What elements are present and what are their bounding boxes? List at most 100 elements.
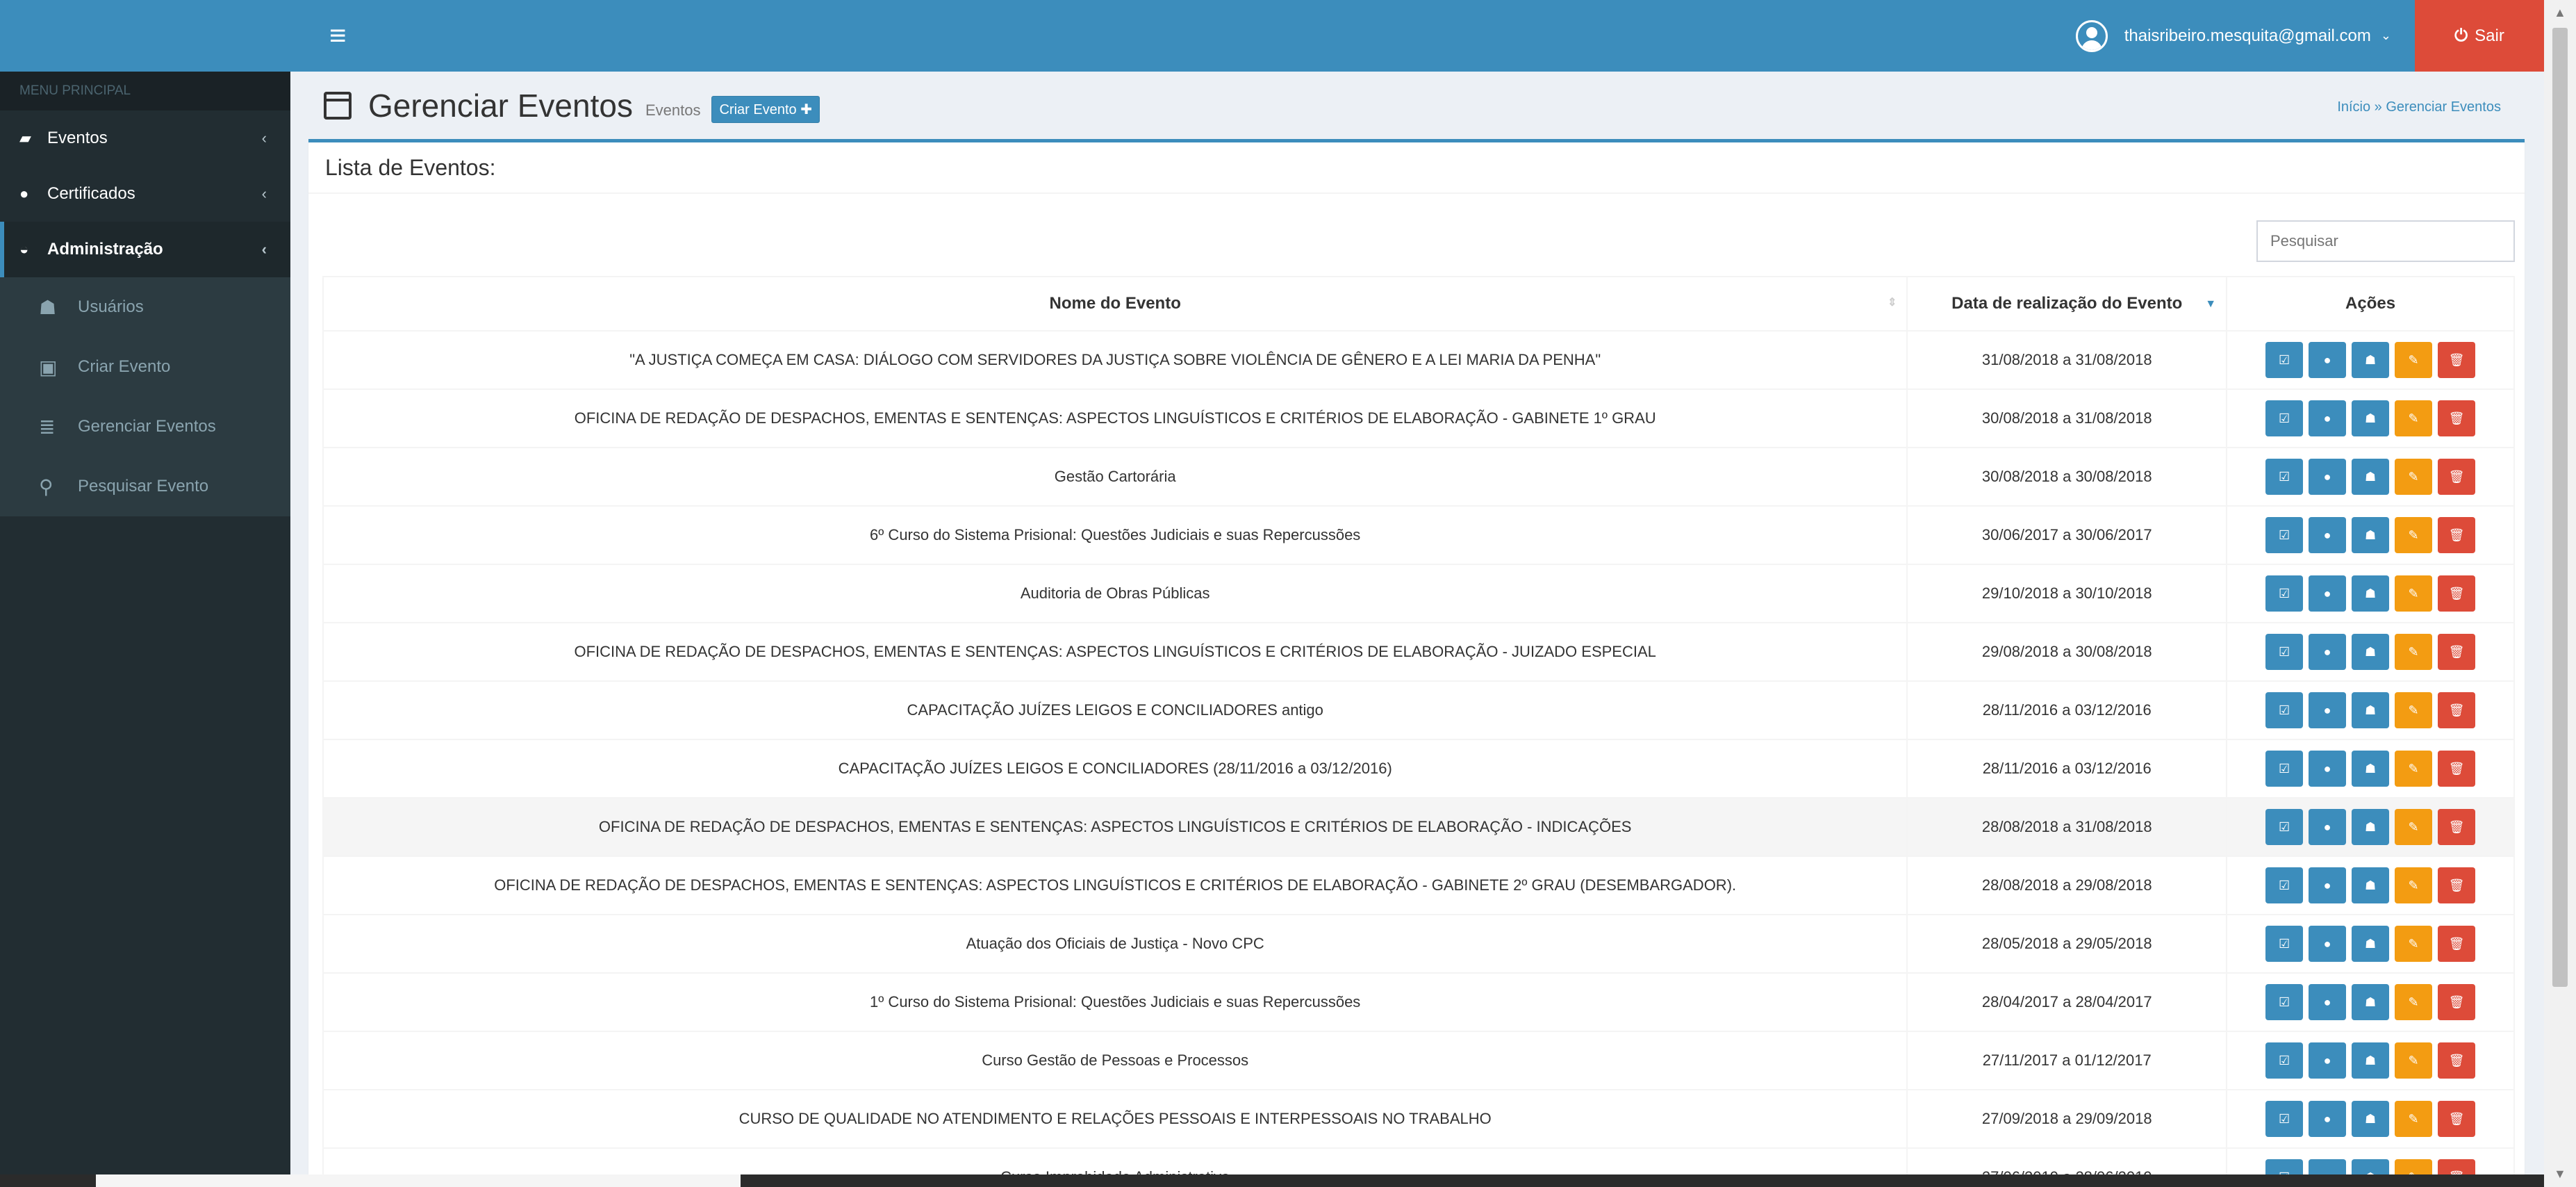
circle-button[interactable]: ● [2309,1101,2347,1137]
sidebar-item-certificados[interactable]: ● Certificados ‹ [0,166,290,222]
circle-button[interactable]: ● [2309,984,2347,1020]
check-square-button[interactable]: ☑ [2265,575,2304,612]
users-icon: ☗ [2364,819,2377,834]
users-button[interactable]: ☗ [2352,1101,2390,1137]
circle-button[interactable]: ● [2309,867,2347,903]
pencil-button[interactable]: ✎ [2395,926,2433,962]
circle-button[interactable]: ● [2309,342,2347,378]
check-square-button[interactable]: ☑ [2265,809,2304,845]
check-square-button[interactable]: ☑ [2265,867,2304,903]
user-menu[interactable]: thaisribeiro.mesquita@gmail.com ⌄ [2075,0,2391,72]
check-square-button[interactable]: ☑ [2265,751,2304,787]
users-button[interactable]: ☗ [2352,809,2390,845]
box-title: Lista de Eventos: [325,155,496,180]
pencil-button[interactable]: ✎ [2395,342,2433,378]
column-header-name[interactable]: Nome do Evento ⇕ [322,276,1908,331]
trash-button[interactable]: 🗑 [2438,342,2476,378]
users-button[interactable]: ☗ [2352,634,2390,670]
check-square-button[interactable]: ☑ [2265,517,2304,553]
trash-button[interactable]: 🗑 [2438,692,2476,728]
pencil-button[interactable]: ✎ [2395,459,2433,495]
trash-button[interactable]: 🗑 [2438,1101,2476,1137]
scroll-up-icon[interactable]: ▲ [2554,6,2566,20]
circle-button[interactable]: ● [2309,459,2347,495]
sidebar-item-gerenciar-eventos[interactable]: ≣ Gerenciar Eventos [0,397,290,457]
pencil-button[interactable]: ✎ [2395,575,2433,612]
check-square-button[interactable]: ☑ [2265,400,2304,436]
circle-button[interactable]: ● [2309,926,2347,962]
circle-button[interactable]: ● [2309,1042,2347,1079]
circle-button[interactable]: ● [2309,809,2347,845]
sidebar-item-administracao[interactable]: ◒ Administração ‹ [0,222,290,277]
circle-button[interactable]: ● [2309,575,2347,612]
event-name-cell: CAPACITAÇÃO JUÍZES LEIGOS E CONCILIADORE… [322,739,1908,799]
check-square-button[interactable]: ☑ [2265,1101,2304,1137]
circle-icon: ● [2323,527,2331,542]
users-button[interactable]: ☗ [2352,1042,2390,1079]
users-button[interactable]: ☗ [2352,926,2390,962]
circle-button[interactable]: ● [2309,634,2347,670]
trash-button[interactable]: 🗑 [2438,1042,2476,1079]
trash-button[interactable]: 🗑 [2438,575,2476,612]
search-input[interactable] [2256,220,2515,262]
scroll-down-icon[interactable]: ▼ [2554,1167,2566,1181]
users-icon: ☗ [2364,644,2377,659]
pencil-button[interactable]: ✎ [2395,517,2433,553]
sidebar-item-pesquisar-evento[interactable]: ⚲ Pesquisar Evento [0,457,290,516]
pencil-button[interactable]: ✎ [2395,1042,2433,1079]
circle-button[interactable]: ● [2309,751,2347,787]
check-square-button[interactable]: ☑ [2265,984,2304,1020]
check-square-button[interactable]: ☑ [2265,926,2304,962]
users-button[interactable]: ☗ [2352,517,2390,553]
pencil-button[interactable]: ✎ [2395,400,2433,436]
event-name-cell: OFICINA DE REDAÇÃO DE DESPACHOS, EMENTAS… [322,797,1908,857]
trash-button[interactable]: 🗑 [2438,751,2476,787]
trash-button[interactable]: 🗑 [2438,634,2476,670]
trash-button[interactable]: 🗑 [2438,400,2476,436]
trash-button[interactable]: 🗑 [2438,517,2476,553]
sidebar-item-usuarios[interactable]: ☗ Usuários [0,277,290,337]
hamburger-icon[interactable]: ≡ [329,18,357,53]
users-button[interactable]: ☗ [2352,459,2390,495]
users-button[interactable]: ☗ [2352,400,2390,436]
pencil-button[interactable]: ✎ [2395,634,2433,670]
pencil-button[interactable]: ✎ [2395,692,2433,728]
scrollbar-thumb[interactable] [2552,28,2568,987]
breadcrumb[interactable]: Início » Gerenciar Eventos [2337,99,2501,115]
users-button[interactable]: ☗ [2352,342,2390,378]
trash-button[interactable]: 🗑 [2438,926,2476,962]
trash-button[interactable]: 🗑 [2438,867,2476,903]
trash-button[interactable]: 🗑 [2438,459,2476,495]
circle-button[interactable]: ● [2309,400,2347,436]
sidebar-item-criar-evento[interactable]: ▣ Criar Evento [0,337,290,397]
logo-area[interactable] [0,0,290,72]
trash-button[interactable]: 🗑 [2438,809,2476,845]
pencil-button[interactable]: ✎ [2395,1101,2433,1137]
check-square-button[interactable]: ☑ [2265,634,2304,670]
sidebar-item-eventos[interactable]: ▰ Eventos ‹ [0,110,290,166]
column-header-actions: Ações [2226,276,2515,331]
submenu-item-label: Usuários [78,297,144,316]
users-button[interactable]: ☗ [2352,867,2390,903]
trash-button[interactable]: 🗑 [2438,984,2476,1020]
check-square-button[interactable]: ☑ [2265,459,2304,495]
event-name-cell: CAPACITAÇÃO JUÍZES LEIGOS E CONCILIADORE… [322,680,1908,740]
pencil-button[interactable]: ✎ [2395,984,2433,1020]
vertical-scrollbar[interactable]: ▲ ▼ [2544,0,2576,1187]
circle-button[interactable]: ● [2309,692,2347,728]
users-button[interactable]: ☗ [2352,692,2390,728]
check-square-button[interactable]: ☑ [2265,1042,2304,1079]
logout-button[interactable]: ⏻ Sair [2415,0,2544,72]
pencil-button[interactable]: ✎ [2395,751,2433,787]
users-button[interactable]: ☗ [2352,751,2390,787]
check-square-button[interactable]: ☑ [2265,692,2304,728]
users-button[interactable]: ☗ [2352,575,2390,612]
horizontal-scrollbar[interactable] [96,1174,741,1187]
pencil-button[interactable]: ✎ [2395,867,2433,903]
check-square-button[interactable]: ☑ [2265,342,2304,378]
circle-button[interactable]: ● [2309,517,2347,553]
create-event-button[interactable]: Criar Evento ✚ [711,95,820,123]
pencil-button[interactable]: ✎ [2395,809,2433,845]
users-button[interactable]: ☗ [2352,984,2390,1020]
column-header-date[interactable]: Data de realização do Evento ▼ [1906,276,2228,331]
